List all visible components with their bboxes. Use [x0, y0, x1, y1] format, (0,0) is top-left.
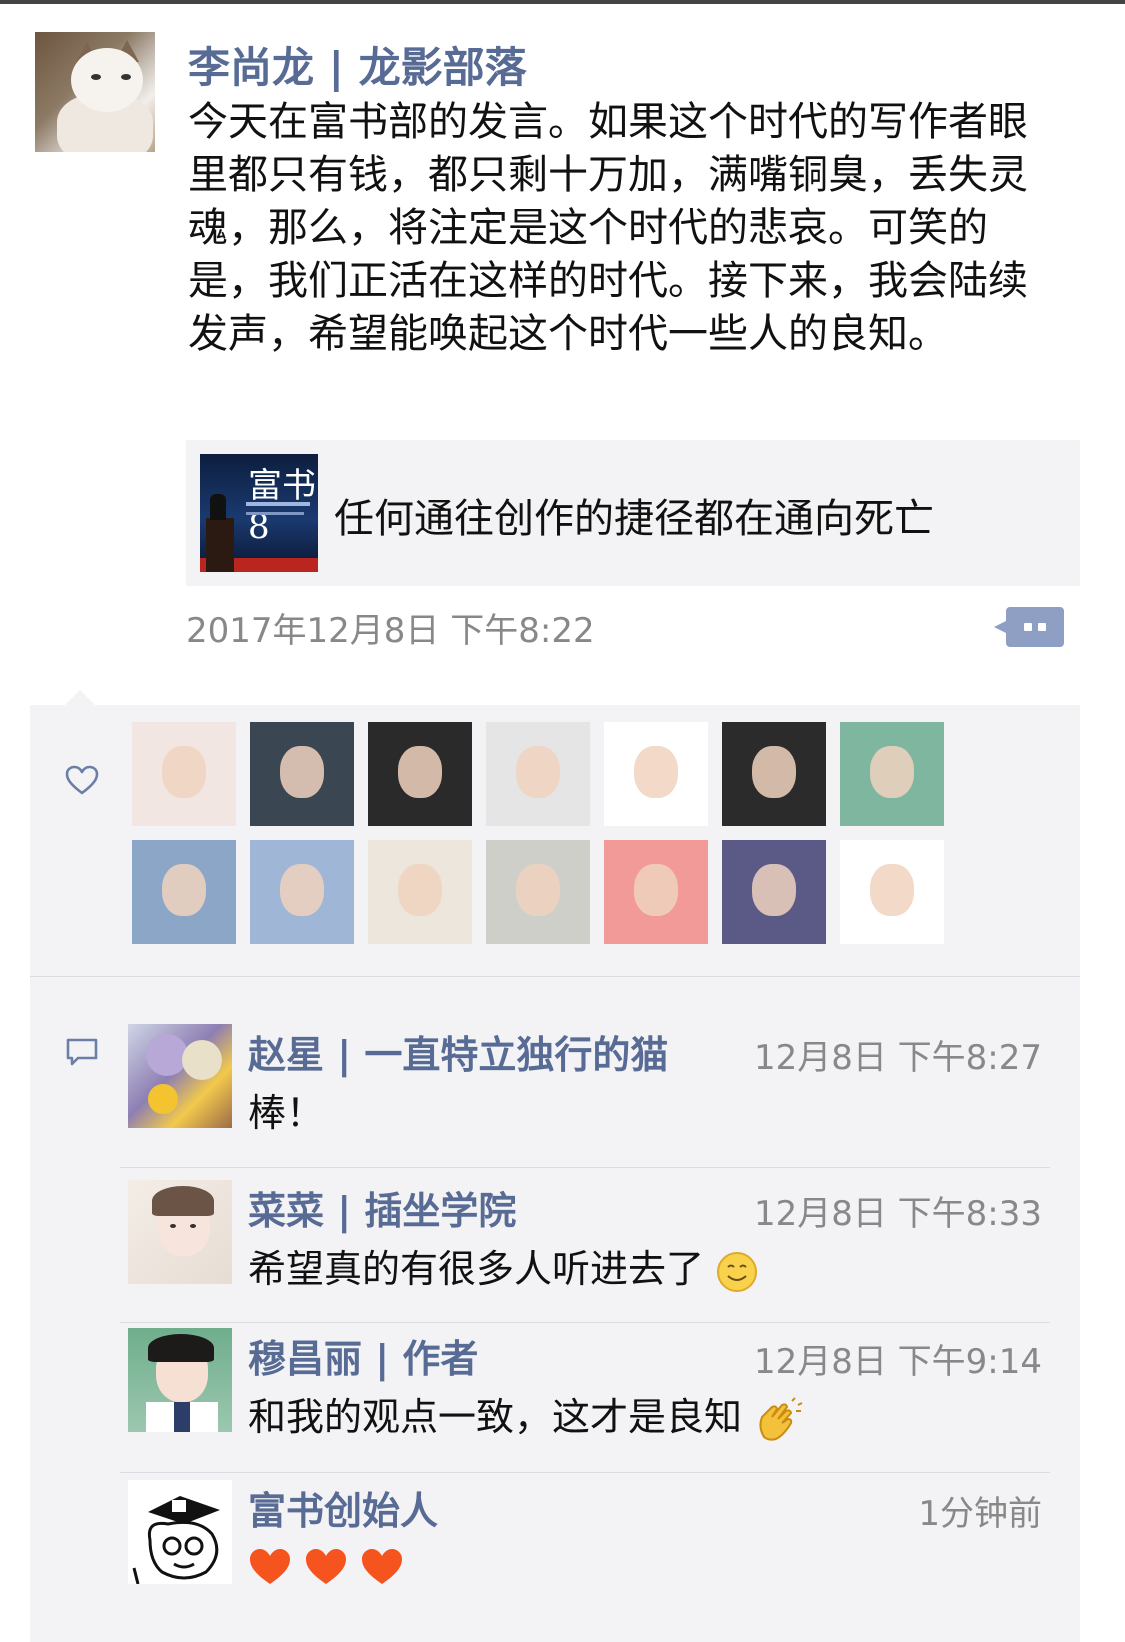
comment-item[interactable]: 富书创始人 1分钟前 — [120, 1480, 1050, 1600]
like-avatar-5[interactable] — [604, 722, 708, 826]
comment-time: 12月8日 下午9:14 — [753, 1342, 1042, 1382]
shared-article-card[interactable]: 富书8 任何通往创作的捷径都在通向死亡 — [186, 440, 1080, 586]
post-author-name[interactable]: 李尚龙 | 龙影部落 — [188, 34, 527, 95]
post-text: 今天在富书部的发言。如果这个时代的写作者眼里都只有钱，都只剩十万加，满嘴铜臭，丢… — [188, 99, 1028, 357]
smile-emoji-icon — [717, 1251, 758, 1292]
clapping-hands-emoji-icon — [759, 1396, 803, 1441]
comment-bubble-icon — [66, 1038, 98, 1066]
article-title: 任何通往创作的捷径都在通向死亡 — [334, 496, 934, 542]
like-avatar-11[interactable] — [486, 840, 590, 944]
like-avatar-9[interactable] — [250, 840, 354, 944]
post-author-avatar[interactable] — [35, 32, 155, 152]
commenter-name[interactable]: 菜菜 | 插坐学院 — [248, 1180, 516, 1235]
comment-divider — [120, 1167, 1050, 1168]
commenter-name[interactable]: 富书创始人 — [248, 1480, 438, 1535]
more-actions-button[interactable] — [994, 607, 1064, 647]
comment-item[interactable]: 穆昌丽 | 作者 12月8日 下午9:14 和我的观点一致，这才是良知 — [120, 1328, 1050, 1448]
article-thumbnail: 富书8 — [200, 454, 318, 572]
heart-outline-icon — [65, 765, 99, 795]
panel-caret — [64, 690, 96, 706]
like-avatar-14[interactable] — [840, 840, 944, 944]
top-border — [0, 0, 1125, 4]
like-avatar-1[interactable] — [132, 722, 236, 826]
comment-time: 1分钟前 — [918, 1494, 1042, 1534]
like-avatar-10[interactable] — [368, 840, 472, 944]
comment-divider — [120, 1472, 1050, 1473]
comment-time: 12月8日 下午8:33 — [753, 1194, 1042, 1234]
like-avatar-4[interactable] — [486, 722, 590, 826]
likes-comments-divider — [30, 976, 1080, 977]
comment-item[interactable]: 赵星 | 一直特立独行的猫 12月8日 下午8:27 棒！ — [120, 1024, 1050, 1144]
like-avatar-6[interactable] — [722, 722, 826, 826]
heart-emoji-icon — [250, 1548, 290, 1584]
like-avatar-2[interactable] — [250, 722, 354, 826]
commenter-avatar[interactable] — [128, 1328, 232, 1432]
post-timestamp: 2017年12月8日 下午8:22 — [186, 611, 595, 651]
like-avatar-12[interactable] — [604, 840, 708, 944]
commenter-avatar[interactable] — [128, 1024, 232, 1128]
comment-item[interactable]: 菜菜 | 插坐学院 12月8日 下午8:33 希望真的有很多人听进去了 — [120, 1180, 1050, 1300]
comment-time: 12月8日 下午8:27 — [753, 1038, 1042, 1078]
heart-emoji-icon — [362, 1548, 403, 1584]
commenter-avatar[interactable] — [128, 1480, 232, 1584]
like-avatar-13[interactable] — [722, 840, 826, 944]
comment-text: 棒！ — [248, 1091, 325, 1135]
comment-text: 和我的观点一致，这才是良知 — [248, 1386, 804, 1443]
heart-emoji-icon — [306, 1548, 347, 1584]
like-avatar-7[interactable] — [840, 722, 944, 826]
comment-divider — [120, 1322, 1050, 1323]
comment-text: 希望真的有很多人听进去了 — [248, 1238, 758, 1293]
commenter-name[interactable]: 穆昌丽 | 作者 — [248, 1328, 478, 1383]
like-avatar-3[interactable] — [368, 722, 472, 826]
like-avatar-8[interactable] — [132, 840, 236, 944]
commenter-avatar[interactable] — [128, 1180, 232, 1284]
commenter-name[interactable]: 赵星 | 一直特立独行的猫 — [248, 1024, 668, 1079]
comment-text — [248, 1542, 404, 1587]
